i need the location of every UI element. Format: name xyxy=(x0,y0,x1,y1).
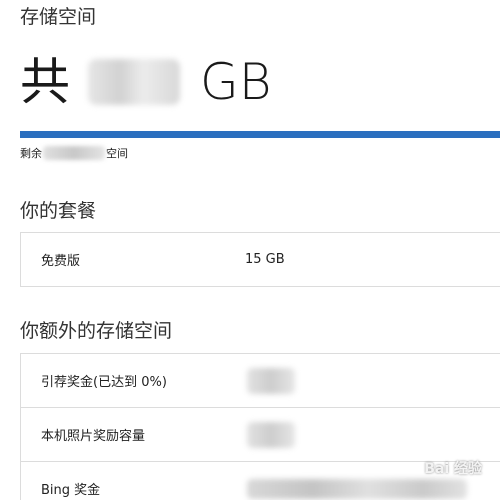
extra-row-camera-roll[interactable]: 本机照片奖励容量 xyxy=(21,408,500,462)
storage-title: 存储空间 xyxy=(20,6,97,28)
usage-bar-fill xyxy=(20,131,500,138)
remaining-space: 剩余 空间 xyxy=(20,145,128,161)
extra-row-referral[interactable]: 引荐奖金(已达到 0%) xyxy=(21,354,500,408)
watermark: Bai 经验 xyxy=(424,461,482,477)
remaining-prefix: 剩余 xyxy=(20,147,42,160)
usage-bar xyxy=(20,131,500,138)
bing-bonus-value-redacted xyxy=(247,478,467,499)
referral-bonus-label: 引荐奖金(已达到 0%) xyxy=(41,375,167,390)
camera-roll-bonus-label: 本机照片奖励容量 xyxy=(41,429,146,444)
plan-card: 免费版 15 GB xyxy=(20,232,500,287)
camera-roll-bonus-value-redacted xyxy=(247,421,295,448)
remaining-value-redacted xyxy=(43,146,105,160)
referral-bonus-value-redacted xyxy=(247,367,295,394)
plan-title: 你的套餐 xyxy=(20,200,97,222)
total-prefix: 共 xyxy=(20,53,70,111)
extra-storage-title: 你额外的存储空间 xyxy=(20,320,173,342)
bing-bonus-label: Bing 奖金 xyxy=(41,483,101,498)
total-unit: GB xyxy=(200,53,272,111)
total-storage: 共 GB xyxy=(20,48,271,116)
storage-settings-page: 存储空间 共 GB 剩余 空间 你的套餐 免费版 15 GB 你额外的存储空间 … xyxy=(0,0,500,500)
plan-name: 免费版 xyxy=(41,254,81,269)
remaining-suffix: 空间 xyxy=(106,147,128,160)
plan-row-free[interactable]: 免费版 15 GB xyxy=(21,233,500,286)
plan-capacity: 15 GB xyxy=(245,252,285,267)
total-value-redacted xyxy=(88,59,180,105)
